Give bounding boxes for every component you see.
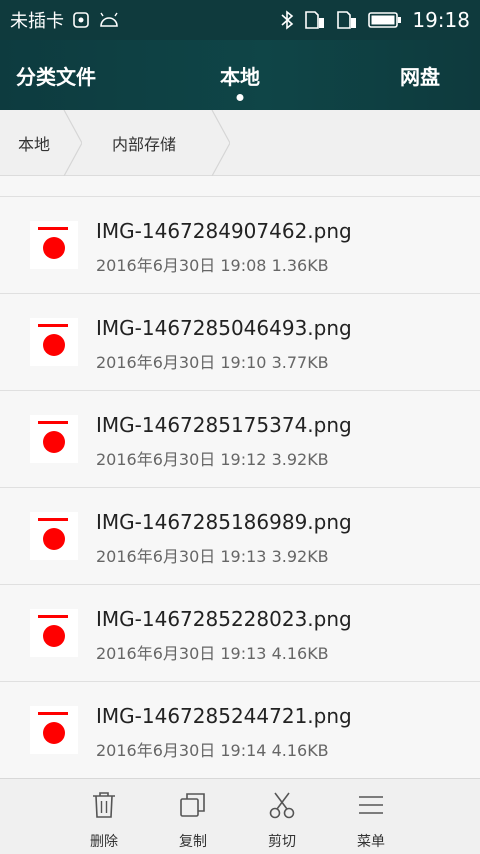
bottom-action-bar: 删除 复制 剪切 菜单: [0, 778, 480, 854]
file-date: 2016年6月30日 19:08: [96, 256, 267, 275]
file-meta: 2016年6月30日 19:13 3.92KB: [96, 543, 329, 567]
copy-button[interactable]: 复制: [153, 779, 233, 854]
file-size: 4.16KB: [271, 644, 329, 663]
breadcrumb-chevron-icon: [211, 109, 230, 176]
file-list-item[interactable]: IMG-1467284907462.png 2016年6月30日 19:08 1…: [0, 197, 480, 294]
file-size: 3.92KB: [271, 547, 329, 566]
breadcrumb: 本地 内部存储: [0, 109, 480, 176]
file-list-item[interactable]: IMG-1467285046493.png 2016年6月30日 19:10 3…: [0, 294, 480, 391]
active-tab-indicator: [236, 94, 244, 101]
android-icon: [98, 12, 120, 28]
bluetooth-icon: [280, 10, 294, 30]
battery-icon: [368, 11, 402, 29]
file-name: IMG-1467285244721.png: [96, 704, 352, 728]
breadcrumb-internal-storage[interactable]: 内部存储: [72, 109, 230, 176]
breadcrumb-local-label: 本地: [18, 134, 51, 154]
file-meta: 2016年6月30日 19:10 3.77KB: [96, 349, 329, 373]
status-bar: 未插卡 19:18: [0, 0, 480, 40]
file-size: 3.92KB: [271, 450, 329, 469]
image-thumbnail: [30, 221, 78, 269]
tab-cloud[interactable]: 网盘: [400, 40, 440, 110]
delete-button[interactable]: 删除: [64, 779, 144, 854]
trash-icon: [91, 791, 117, 819]
file-date: 2016年6月30日 19:13: [96, 547, 267, 566]
file-meta: 2016年6月30日 19:13 4.16KB: [96, 640, 329, 664]
tab-categories[interactable]: 分类文件: [16, 40, 96, 110]
menu-label: 菜单: [357, 834, 385, 850]
file-list-item[interactable]: IMG-1467285175374.png 2016年6月30日 19:12 3…: [0, 391, 480, 488]
file-date: 2016年6月30日 19:13: [96, 644, 267, 663]
menu-button[interactable]: 菜单: [331, 779, 411, 854]
file-list-item[interactable]: IMG-1467285228023.png 2016年6月30日 19:13 4…: [0, 585, 480, 682]
top-tab-bar: 分类文件 本地 网盘: [0, 40, 480, 110]
file-list-item[interactable]: IMG-1467285244721.png 2016年6月30日 19:14 4…: [0, 682, 480, 778]
scissors-icon: [268, 791, 296, 819]
image-thumbnail: [30, 706, 78, 754]
file-name: IMG-1467284907462.png: [96, 219, 352, 243]
image-thumbnail: [30, 609, 78, 657]
carrier-text: 未插卡: [10, 11, 64, 32]
sim2-no-service-icon: [336, 10, 358, 30]
image-thumbnail: [30, 512, 78, 560]
file-date: 2016年6月30日 19:14: [96, 741, 267, 760]
breadcrumb-local[interactable]: 本地: [0, 109, 82, 176]
copy-icon: [179, 791, 207, 819]
file-name: IMG-1467285186989.png: [96, 510, 352, 534]
cut-button[interactable]: 剪切: [242, 779, 322, 854]
file-date: 2016年6月30日 19:10: [96, 353, 267, 372]
file-date: 2016年6月30日 19:12: [96, 450, 267, 469]
cut-label: 剪切: [268, 834, 296, 850]
image-thumbnail: [30, 318, 78, 366]
file-name: IMG-1467285175374.png: [96, 413, 352, 437]
image-thumbnail: [30, 415, 78, 463]
delete-label: 删除: [90, 834, 118, 850]
breadcrumb-internal-storage-label: 内部存储: [112, 134, 177, 154]
file-meta: 2016年6月30日 19:08 1.36KB: [96, 252, 329, 276]
copy-label: 复制: [179, 834, 207, 850]
menu-icon: [358, 791, 384, 819]
file-size: 1.36KB: [271, 256, 329, 275]
file-meta: 2016年6月30日 19:14 4.16KB: [96, 737, 329, 761]
file-list[interactable]: IMG-1467284907462.png 2016年6月30日 19:08 1…: [0, 196, 480, 778]
sim1-no-service-icon: [304, 10, 326, 30]
file-name: IMG-1467285046493.png: [96, 316, 352, 340]
huawei-app-icon: [72, 11, 90, 29]
file-size: 3.77KB: [271, 353, 329, 372]
clock: 19:18: [412, 8, 470, 32]
file-meta: 2016年6月30日 19:12 3.92KB: [96, 446, 329, 470]
file-size: 4.16KB: [271, 741, 329, 760]
file-name: IMG-1467285228023.png: [96, 607, 352, 631]
file-list-item[interactable]: IMG-1467285186989.png 2016年6月30日 19:13 3…: [0, 488, 480, 585]
